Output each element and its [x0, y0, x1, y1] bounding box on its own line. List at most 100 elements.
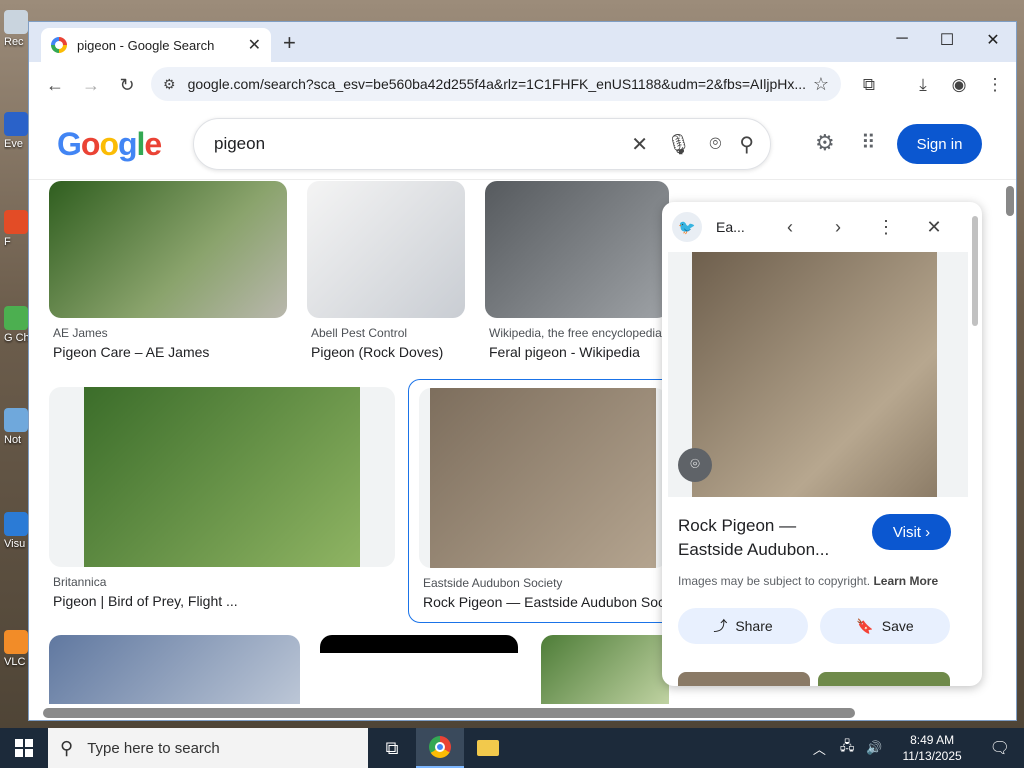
related-images — [678, 672, 950, 686]
window-close-icon[interactable]: ✕ — [978, 30, 1008, 50]
page-horizontal-scrollbar[interactable] — [43, 708, 855, 718]
network-icon[interactable]: 🖧 — [840, 737, 855, 759]
result-thumbnail[interactable] — [49, 181, 287, 318]
camera-search-icon[interactable]: ⌾ — [709, 133, 721, 156]
result-thumbnail[interactable] — [485, 181, 669, 318]
maximize-icon[interactable]: ☐ — [932, 30, 962, 50]
back-arrow-icon[interactable]: ← — [37, 67, 73, 103]
system-tray: ︿ 🖧 🔊 8:49 AM 11/13/2025 🗨 — [805, 728, 1024, 768]
new-tab-plus-icon[interactable]: + — [283, 30, 296, 56]
volume-icon[interactable]: 🔊 — [866, 740, 882, 756]
file-explorer-icon[interactable] — [464, 728, 512, 768]
image-result[interactable] — [320, 635, 518, 704]
sign-in-button[interactable]: Sign in — [897, 124, 982, 164]
related-thumb[interactable] — [678, 672, 810, 686]
result-thumbnail[interactable] — [49, 387, 395, 567]
chrome-taskbar-icon[interactable] — [416, 728, 464, 768]
taskbar-search[interactable]: ⚲ Type here to search — [48, 728, 368, 768]
chevron-up-icon[interactable]: ︿ — [813, 739, 826, 758]
share-button[interactable]: ⤴ Share — [678, 608, 808, 644]
copyright-text: Images may be subject to copyright. — [678, 574, 871, 588]
result-source[interactable]: Britannica — [49, 575, 395, 589]
panel-scrollbar[interactable] — [972, 216, 978, 326]
settings-gear-icon[interactable]: ⚙ — [815, 130, 835, 156]
clock-date: 11/13/2025 — [902, 749, 962, 763]
start-button[interactable] — [0, 728, 48, 768]
learn-more-link[interactable]: Learn More — [873, 574, 938, 588]
result-caption[interactable]: Rock Pigeon — Eastside Audubon Society — [419, 594, 667, 610]
desktop-icon-label: F — [4, 236, 11, 248]
forward-arrow-icon[interactable]: → — [73, 67, 109, 103]
google-logo[interactable]: Google — [57, 126, 162, 163]
google-lens-icon[interactable]: ⧉ — [851, 67, 887, 103]
app-icon — [4, 306, 28, 330]
google-favicon-icon — [51, 37, 67, 53]
result-caption[interactable]: Pigeon (Rock Doves) — [307, 344, 465, 360]
close-icon[interactable]: ✕ — [248, 35, 261, 55]
notification-icon[interactable]: 🗨 — [990, 738, 1010, 758]
minimize-icon[interactable]: ─ — [887, 30, 917, 48]
reload-icon[interactable]: ↻ — [109, 67, 145, 103]
site-favicon-icon: 🐦 — [672, 212, 702, 242]
search-icon[interactable]: ⚲ — [739, 132, 754, 157]
taskbar: ⚲ Type here to search ⧉ ︿ 🖧 🔊 8:49 AM 11… — [0, 728, 1024, 768]
clear-icon[interactable]: ✕ — [631, 132, 648, 157]
image-results-grid: AE James Pigeon Care – AE James Abell Pe… — [29, 181, 669, 704]
more-menu-icon[interactable]: ⋮ — [977, 67, 1013, 103]
desktop-icon-label: Visu — [4, 538, 26, 550]
address-bar[interactable]: ⚙ google.com/search?sca_esv=be560ba42d25… — [151, 67, 841, 101]
result-source[interactable]: Eastside Audubon Society — [419, 576, 667, 590]
taskbar-search-placeholder[interactable]: Type here to search — [87, 740, 220, 757]
save-button[interactable]: 🔖 Save — [820, 608, 950, 644]
result-source[interactable]: Abell Pest Control — [307, 326, 465, 340]
image-preview-panel: 🐦 Ea... ‹ › ⋮ ✕ ⌾ Rock Pigeon — Eastside… — [662, 202, 982, 686]
panel-site-name[interactable]: Ea... — [716, 219, 756, 235]
result-caption[interactable]: Pigeon Care – AE James — [49, 344, 287, 360]
preview-image[interactable]: ⌾ — [668, 252, 968, 497]
apps-grid-icon[interactable]: ⠿ — [861, 130, 876, 155]
result-source[interactable]: AE James — [49, 326, 287, 340]
search-box[interactable]: pigeon ✕ 🎙 ⌾ ⚲ — [193, 118, 771, 170]
image-result[interactable] — [49, 635, 300, 704]
chevron-left-icon[interactable]: ‹ — [776, 217, 804, 238]
result-caption[interactable]: Pigeon | Bird of Prey, Flight ... — [49, 593, 395, 609]
result-thumbnail[interactable] — [307, 181, 465, 318]
tab-google-search[interactable]: pigeon - Google Search ✕ — [41, 28, 271, 62]
close-icon[interactable]: ✕ — [920, 217, 948, 238]
download-icon[interactable]: ⤓ — [905, 67, 941, 103]
panel-header: 🐦 Ea... ‹ › ⋮ ✕ — [662, 202, 982, 252]
tab-title: pigeon - Google Search — [77, 37, 215, 53]
lens-search-icon[interactable]: ⌾ — [678, 448, 712, 482]
more-options-icon[interactable]: ⋮ — [872, 217, 900, 238]
app-icon — [4, 112, 28, 136]
clock-time: 8:49 AM — [910, 733, 955, 747]
image-result[interactable]: Wikipedia, the free encyclopedia Feral p… — [485, 181, 669, 360]
google-results-page: Google pigeon ✕ 🎙 ⌾ ⚲ ⚙ ⠿ Sign in AE Jam… — [29, 108, 1016, 720]
app-icon — [4, 210, 28, 234]
bookmark-star-icon[interactable]: ☆ — [813, 74, 829, 95]
image-result-selected[interactable]: Eastside Audubon Society Rock Pigeon — E… — [408, 379, 669, 623]
visit-button[interactable]: Visit › — [872, 514, 951, 550]
task-view-icon[interactable]: ⧉ — [368, 728, 416, 768]
notepad-icon — [4, 408, 28, 432]
result-caption[interactable]: Feral pigeon - Wikipedia — [485, 344, 669, 360]
chevron-right-icon[interactable]: › — [824, 217, 852, 238]
page-vertical-scrollbar[interactable] — [1006, 186, 1014, 216]
preview-title[interactable]: Rock Pigeon — Eastside Audubon... — [678, 514, 863, 562]
result-thumbnail[interactable] — [419, 388, 667, 568]
share-icon: ⤴ — [713, 618, 728, 634]
result-source[interactable]: Wikipedia, the free encyclopedia — [485, 326, 669, 340]
related-thumb[interactable] — [818, 672, 950, 686]
image-result[interactable] — [541, 635, 669, 704]
url-text[interactable]: google.com/search?sca_esv=be560ba42d255f… — [188, 76, 813, 92]
search-input[interactable]: pigeon — [214, 134, 613, 154]
microphone-icon[interactable]: 🎙 — [666, 132, 691, 157]
browser-window: pigeon - Google Search ✕ + ─ ☐ ✕ ← → ↻ ⚙… — [28, 21, 1017, 721]
image-result[interactable]: Abell Pest Control Pigeon (Rock Doves) — [307, 181, 465, 360]
site-info-icon[interactable]: ⚙ — [163, 76, 176, 93]
image-result[interactable]: AE James Pigeon Care – AE James — [49, 181, 287, 360]
image-result[interactable]: Britannica Pigeon | Bird of Prey, Flight… — [49, 387, 395, 609]
clock[interactable]: 8:49 AM 11/13/2025 — [903, 732, 962, 764]
profile-icon[interactable]: ◉ — [941, 67, 977, 103]
copyright-notice: Images may be subject to copyright. Lear… — [678, 574, 938, 588]
